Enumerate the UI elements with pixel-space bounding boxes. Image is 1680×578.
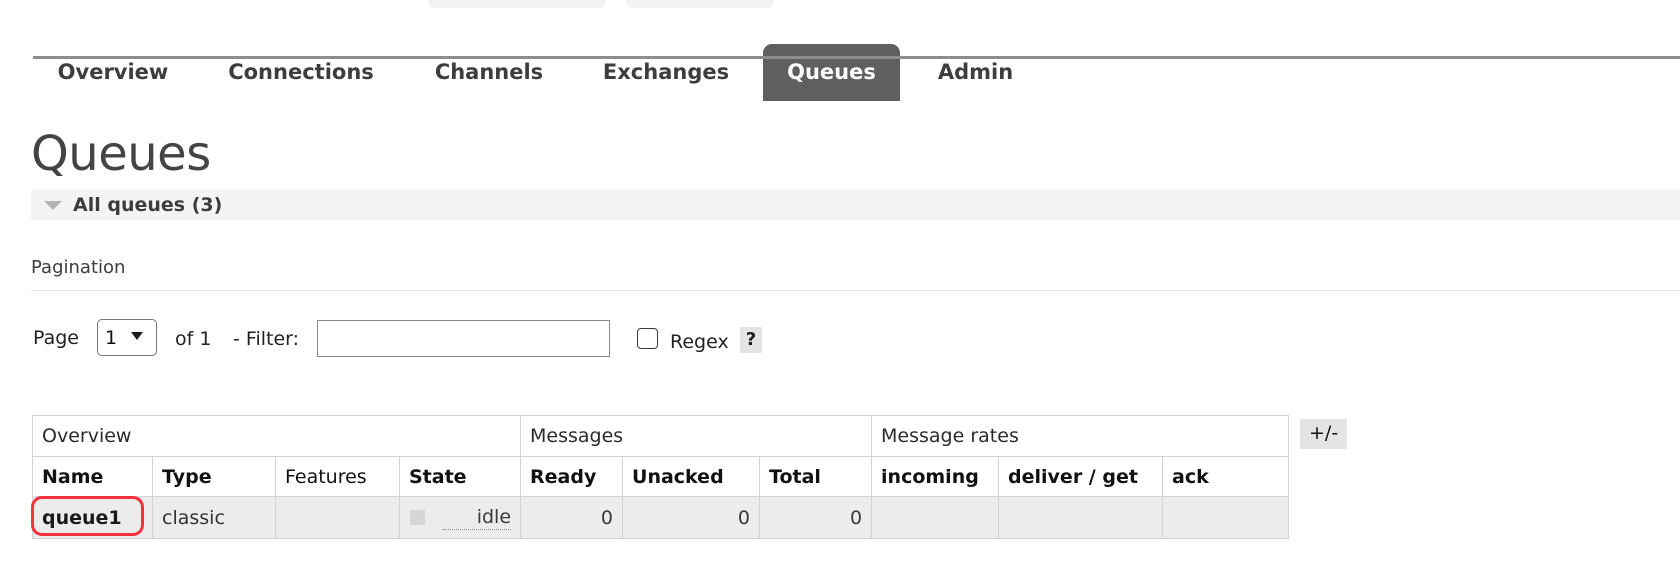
all-queues-section-bar[interactable] [31, 189, 1680, 220]
page-select[interactable]: 1 [97, 319, 157, 356]
all-queues-label: All queues (3) [73, 194, 223, 216]
tab-channels[interactable]: Channels [412, 44, 566, 101]
page-total-label: of 1 [175, 328, 212, 350]
table-header-row: Name Type Features State Ready Unacked T… [32, 456, 1290, 497]
group-header-overview: Overview [31, 415, 522, 457]
column-header-incoming[interactable]: incoming [871, 456, 1000, 497]
tab-connections[interactable]: Connections [206, 44, 396, 101]
cell-rate-ack [1162, 496, 1290, 539]
page-label: Page [33, 327, 79, 349]
filter-label: - Filter: [233, 328, 300, 350]
pagination-divider [31, 290, 1680, 291]
pagination-heading: Pagination [31, 257, 126, 278]
column-header-features: Features [275, 456, 400, 497]
top-button-row [0, 0, 1680, 8]
cell-messages-unacked: 0 [622, 496, 761, 539]
group-header-message-rates: Message rates [871, 415, 1290, 457]
column-header-total[interactable]: Total [759, 456, 873, 497]
rabbitmq-management-page: Overview Connections Channels Exchanges … [0, 0, 1680, 578]
group-header-messages: Messages [520, 415, 873, 457]
cell-queue-state: idle [398, 496, 522, 539]
queues-table: Overview Messages Message rates Name Typ… [31, 415, 1290, 539]
logout-button[interactable] [626, 0, 774, 8]
state-indicator-icon [410, 510, 425, 525]
cell-queue-features [275, 496, 400, 539]
cluster-button[interactable] [428, 0, 606, 8]
tab-queues[interactable]: Queues [763, 44, 900, 101]
column-header-state[interactable]: State [398, 456, 522, 497]
column-header-deliver-get[interactable]: deliver / get [998, 456, 1164, 497]
help-icon[interactable]: ? [740, 327, 762, 353]
column-header-ready[interactable]: Ready [520, 456, 624, 497]
table-group-header-row: Overview Messages Message rates [31, 415, 1290, 457]
column-header-name[interactable]: Name [32, 456, 153, 497]
nav-underline [33, 56, 1680, 59]
queue-name-link[interactable]: queue1 [42, 507, 122, 529]
collapse-triangle-icon[interactable] [44, 201, 62, 210]
regex-checkbox[interactable] [637, 328, 658, 349]
table-row[interactable]: queue1 classic idle 0 0 0 [32, 496, 1290, 539]
column-header-ack[interactable]: ack [1162, 456, 1290, 497]
cell-rate-incoming [871, 496, 1000, 539]
cell-rate-deliver-get [998, 496, 1164, 539]
tab-exchanges[interactable]: Exchanges [583, 44, 749, 101]
regex-label: Regex [670, 331, 729, 353]
tab-overview[interactable]: Overview [36, 44, 190, 101]
tab-admin[interactable]: Admin [914, 44, 1037, 101]
page-title: Queues [31, 126, 211, 182]
main-navigation: Overview Connections Channels Exchanges … [0, 44, 1680, 102]
queues-table-wrapper: Overview Messages Message rates Name Typ… [31, 415, 1290, 539]
toggle-columns-button[interactable]: +/- [1300, 419, 1348, 449]
state-text: idle [443, 506, 512, 530]
cell-messages-total: 0 [759, 496, 873, 539]
cell-queue-name[interactable]: queue1 [32, 496, 153, 539]
cell-messages-ready: 0 [520, 496, 624, 539]
column-header-type[interactable]: Type [152, 456, 276, 497]
filter-input[interactable] [317, 320, 610, 357]
column-header-unacked[interactable]: Unacked [622, 456, 761, 497]
cell-queue-type: classic [152, 496, 276, 539]
